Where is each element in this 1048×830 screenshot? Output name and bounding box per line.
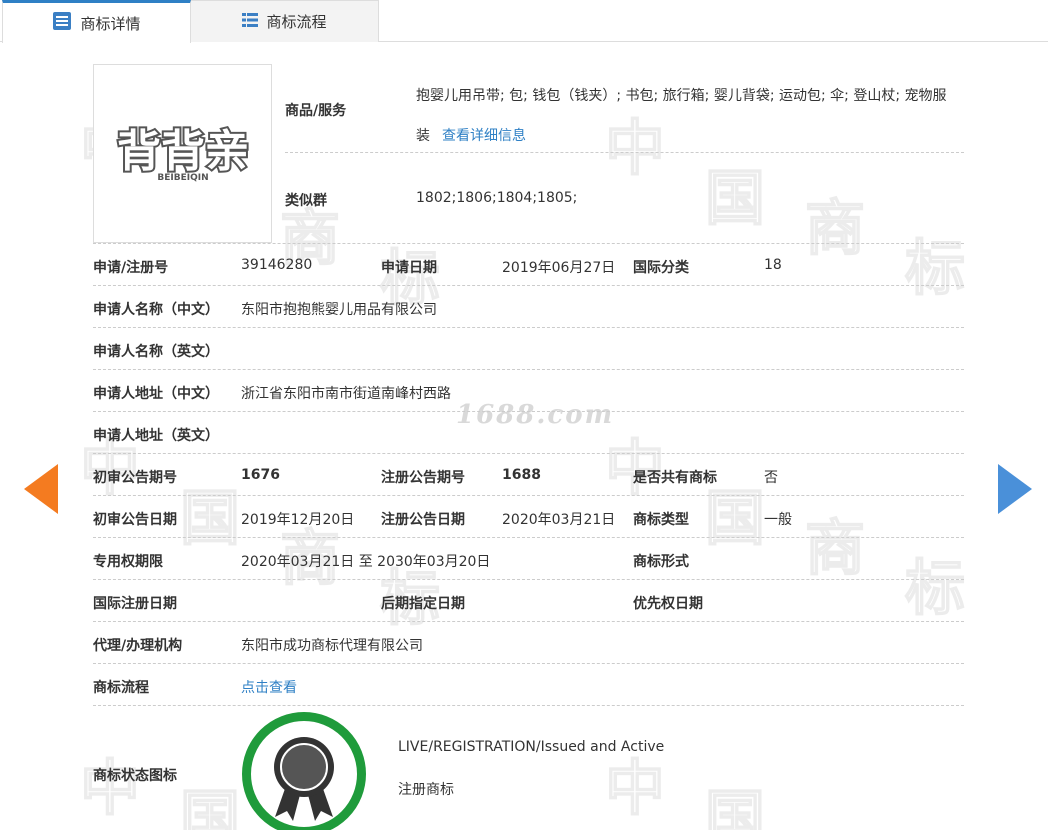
- goods-services-text: 抱婴儿用吊带; 包; 钱包（钱夹）; 书包; 旅行箱; 婴儿背袋; 运动包; 伞…: [416, 88, 947, 104]
- field-value: 东阳市抱抱熊婴儿用品有限公司: [241, 302, 437, 318]
- field-value: 18: [764, 257, 782, 273]
- watermark-char: 国: [704, 783, 766, 830]
- list-doc-icon: [52, 11, 72, 35]
- field-label: 商标类型: [633, 512, 689, 528]
- field-value: 1688: [502, 467, 541, 483]
- similar-group-value: 1802;1806;1804;1805;: [416, 190, 578, 206]
- field-label: 商标形式: [633, 554, 689, 570]
- field-label: 代理/办理机构: [93, 638, 183, 654]
- info-row: 申请/注册号 39146280 申请日期 2019年06月27日 国际分类 18: [93, 243, 964, 285]
- next-arrow-icon[interactable]: [998, 464, 1032, 514]
- divider: [93, 705, 964, 706]
- field-value: 1676: [241, 467, 280, 483]
- field-label: 是否共有商标: [633, 470, 717, 486]
- tab-trademark-detail[interactable]: 商标详情: [2, 0, 191, 43]
- list-icon: [242, 12, 259, 32]
- svg-text:BEIBEIQIN: BEIBEIQIN: [157, 173, 208, 183]
- divider: [285, 152, 964, 153]
- info-row: 申请人名称（英文）: [93, 327, 964, 369]
- field-label: 初审公告日期: [93, 512, 177, 528]
- field-label: 国际分类: [633, 260, 689, 276]
- info-row: 申请人地址（中文） 浙江省东阳市南市街道南峰村西路: [93, 369, 964, 411]
- field-label: 商标流程: [93, 680, 149, 696]
- field-label: 注册公告期号: [381, 470, 465, 486]
- field-value: 2019年06月27日: [502, 260, 616, 276]
- watermark-char: 国: [179, 783, 241, 830]
- tab-trademark-process[interactable]: 商标流程: [191, 0, 379, 42]
- field-label: 申请人名称（中文）: [93, 302, 219, 318]
- info-row: 专用权期限 2020年03月21日 至 2030年03月20日 商标形式: [93, 537, 964, 579]
- info-row: 国际注册日期 后期指定日期 优先权日期: [93, 579, 964, 621]
- field-value: 一般: [764, 512, 792, 528]
- field-value: 2019年12月20日: [241, 512, 355, 528]
- similar-group-label: 类似群: [285, 193, 327, 209]
- field-label: 申请/注册号: [93, 260, 169, 276]
- tab-label: 商标流程: [266, 13, 327, 31]
- tab-bar: 商标详情 商标流程: [0, 0, 1048, 43]
- field-label: 申请人地址（中文）: [93, 386, 219, 402]
- field-label: 申请日期: [381, 260, 437, 276]
- trademark-logo-image: 背背亲 BEIBEIQIN: [115, 124, 251, 183]
- status-english: LIVE/REGISTRATION/Issued and Active: [398, 739, 665, 755]
- trademark-logo: 背背亲 BEIBEIQIN: [93, 64, 272, 243]
- goods-services-text-cont: 装: [416, 128, 430, 144]
- info-row: 初审公告期号 1676 注册公告期号 1688 是否共有商标 否: [93, 453, 964, 495]
- info-row: 代理/办理机构 东阳市成功商标代理有限公司: [93, 621, 964, 663]
- field-value: 浙江省东阳市南市街道南峰村西路: [241, 386, 451, 402]
- field-label: 申请人名称（英文）: [93, 344, 219, 360]
- watermark-char: 国: [704, 163, 766, 235]
- field-label: 优先权日期: [633, 596, 703, 612]
- field-label: 申请人地址（英文）: [93, 428, 219, 444]
- status-chinese: 注册商标: [398, 782, 454, 798]
- view-process-link[interactable]: 点击查看: [241, 677, 297, 697]
- goods-services-value: 抱婴儿用吊带; 包; 钱包（钱夹）; 书包; 旅行箱; 婴儿背袋; 运动包; 伞…: [416, 76, 964, 156]
- field-value: 39146280: [241, 257, 313, 273]
- field-value: 2020年03月21日: [502, 512, 616, 528]
- field-label: 专用权期限: [93, 554, 163, 570]
- view-details-link[interactable]: 查看详细信息: [442, 128, 526, 144]
- registered-seal-icon: [242, 712, 366, 830]
- prev-arrow-icon[interactable]: [24, 464, 58, 514]
- field-label: 注册公告日期: [381, 512, 465, 528]
- info-row: 商标流程 点击查看: [93, 663, 964, 705]
- info-row: 初审公告日期 2019年12月20日 注册公告日期 2020年03月21日 商标…: [93, 495, 964, 537]
- info-row: 申请人名称（中文） 东阳市抱抱熊婴儿用品有限公司: [93, 285, 964, 327]
- goods-services-label: 商品/服务: [285, 103, 347, 119]
- field-label: 初审公告期号: [93, 470, 177, 486]
- field-label: 后期指定日期: [381, 596, 465, 612]
- tab-label: 商标详情: [80, 14, 141, 33]
- field-value: 否: [764, 470, 778, 486]
- field-value: 东阳市成功商标代理有限公司: [241, 638, 423, 654]
- info-row: 申请人地址（英文）: [93, 411, 964, 453]
- status-label: 商标状态图标: [93, 768, 177, 784]
- svg-text:背背亲: 背背亲: [117, 126, 249, 177]
- field-value: 2020年03月21日 至 2030年03月20日: [241, 554, 491, 570]
- field-label: 国际注册日期: [93, 596, 177, 612]
